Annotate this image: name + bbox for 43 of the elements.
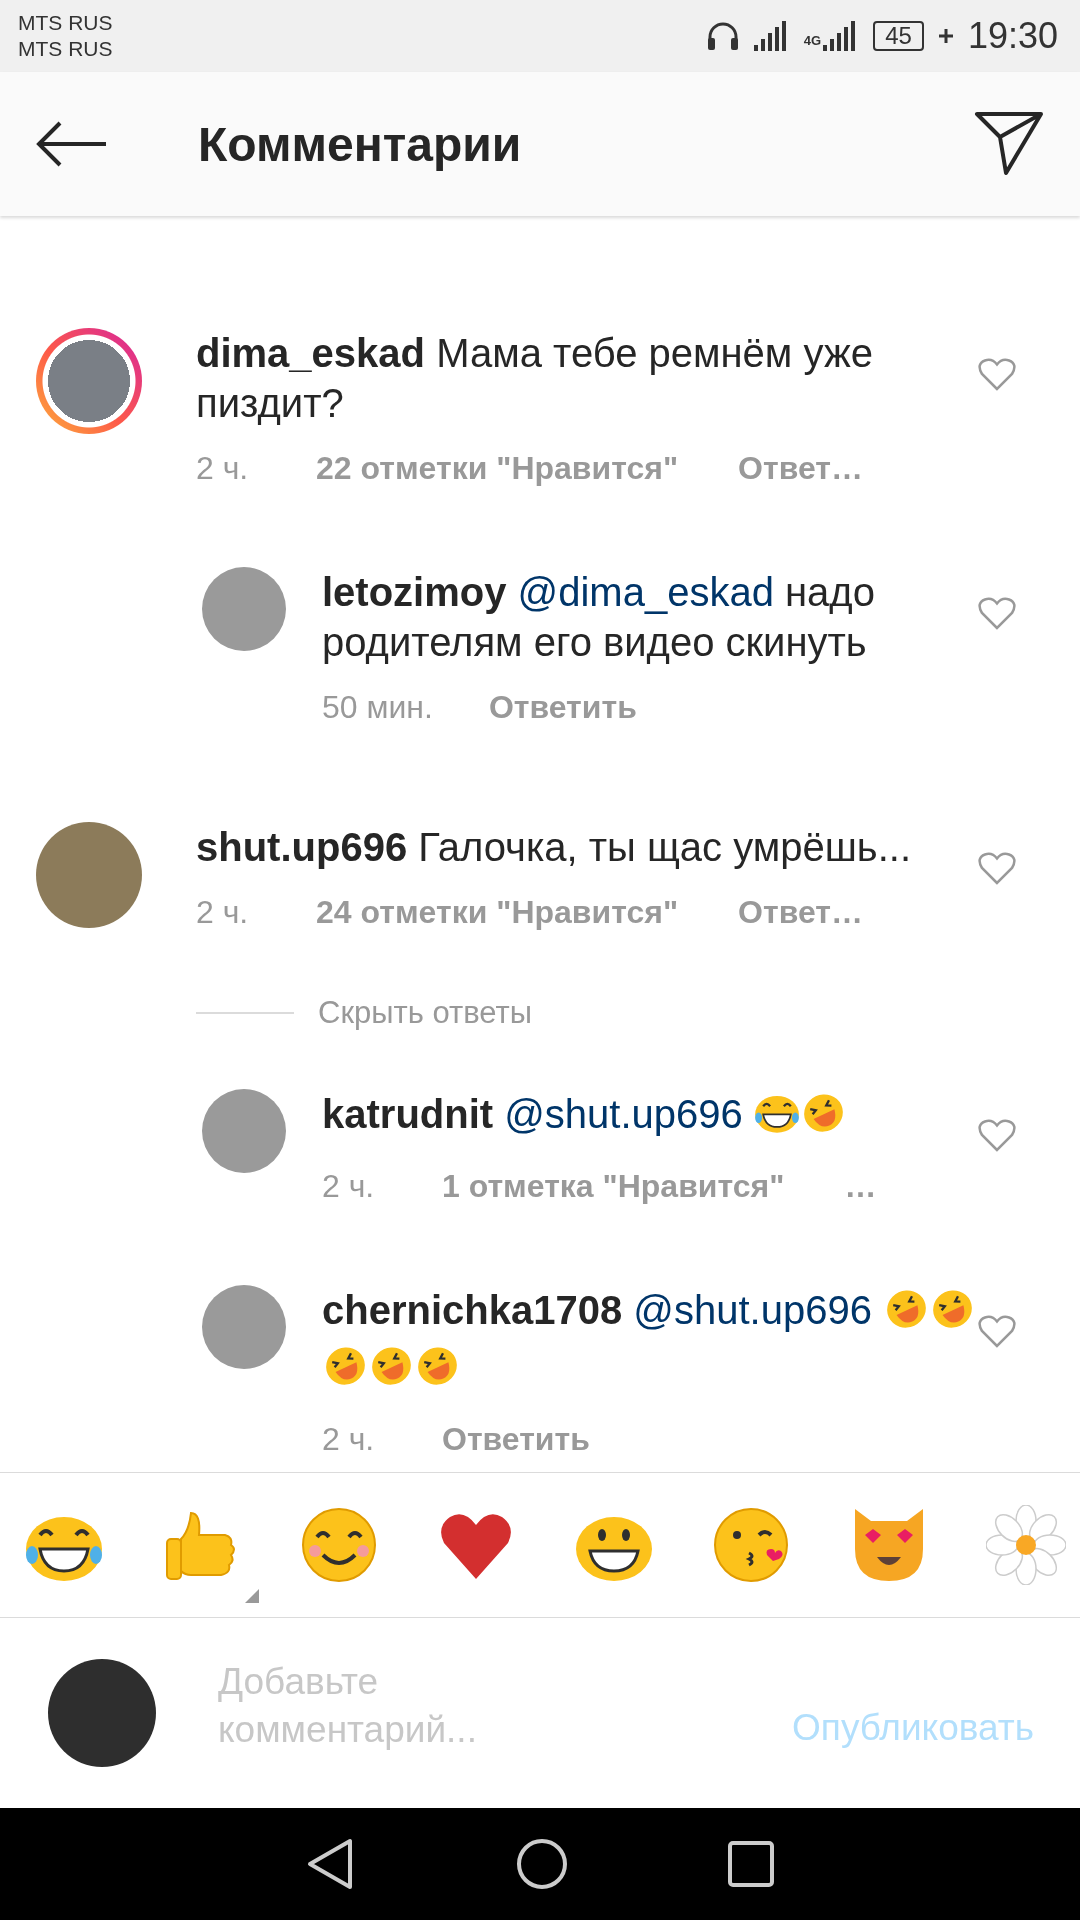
comment-text: katrudnit @shut.up696 [322, 1089, 978, 1146]
heart-icon [978, 597, 1016, 631]
comment-time: 2 ч. [196, 894, 250, 931]
like-button[interactable] [978, 597, 1016, 631]
clock-time: 19:30 [967, 15, 1058, 57]
comment-text: shut.up696 Галочка, ты щас умрёшь... [196, 824, 913, 871]
network-type: 4G [803, 33, 822, 48]
daisy-emoji-icon [985, 1505, 1066, 1585]
reply-link[interactable]: … [844, 1168, 877, 1205]
variants-corner-icon [245, 1589, 260, 1603]
page-title: Комментарии [198, 116, 523, 172]
heart-icon [978, 852, 1016, 886]
heart-icon [978, 358, 1016, 392]
headphones-icon [705, 20, 740, 52]
like-button[interactable] [978, 358, 1016, 392]
comment-time: 50 мин. [322, 689, 433, 726]
likes-link[interactable]: 22 отметки "Нравится" [316, 450, 679, 487]
reply-link[interactable]: Ответ… [738, 450, 863, 487]
comment-text: letozimoy @dima_eskad надо родителям его видео скинуть [322, 569, 876, 666]
heart-icon [978, 1119, 1016, 1153]
send-button[interactable] [974, 111, 1044, 177]
home-circle-icon [516, 1838, 568, 1890]
reply-link[interactable]: Ответ… [738, 894, 863, 931]
back-button[interactable] [36, 120, 108, 168]
heart-icon [978, 1315, 1016, 1349]
reply-link[interactable]: Ответить [442, 1421, 590, 1458]
comment-text: dima_eskad Мама тебе ремнём уже пиздит? [196, 330, 874, 427]
recents-square-icon [728, 1841, 774, 1887]
like-button[interactable] [978, 1315, 1016, 1349]
like-button[interactable] [978, 852, 1016, 886]
comment-time: 2 ч. [322, 1421, 376, 1458]
likes-link[interactable]: 1 отметка "Нравится" [442, 1168, 785, 1205]
charging-plus-icon [937, 28, 954, 44]
hide-replies-link[interactable]: Скрыть ответы [318, 995, 532, 1031]
comment-text: chernichka1708 @shut.up696 [322, 1285, 978, 1399]
comment-time: 2 ч. [322, 1168, 376, 1205]
carrier-name: MTS RUS [18, 11, 113, 34]
reply-link[interactable]: Ответить [488, 689, 637, 726]
battery-level: 45 [873, 21, 924, 51]
likes-link[interactable]: 24 отметки "Нравится" [316, 894, 679, 931]
comment-time: 2 ч. [196, 450, 250, 487]
like-button[interactable] [978, 1119, 1016, 1153]
carrier-name: MTS RUS [18, 38, 113, 61]
